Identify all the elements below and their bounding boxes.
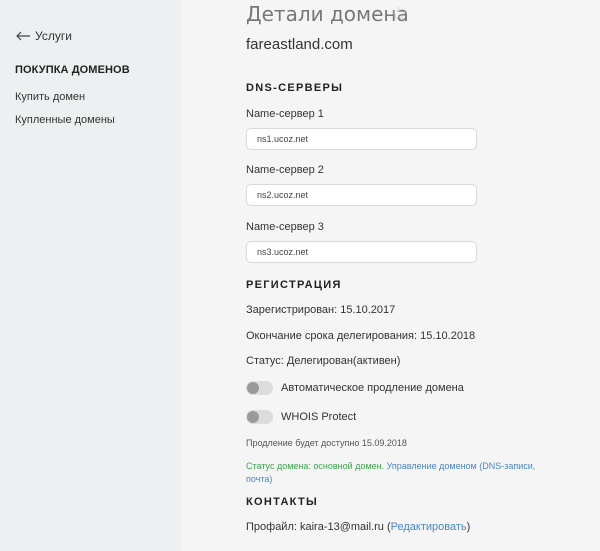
- ns3-input[interactable]: ns3.ucoz.net: [246, 241, 477, 263]
- edit-profile-link[interactable]: Редактировать: [391, 521, 467, 533]
- sidebar-section-heading: ПОКУПКА ДОМЕНОВ: [15, 64, 130, 76]
- dns-section-title: DNS-СЕРВЕРЫ: [246, 82, 344, 94]
- star-outline-icon[interactable]: ☆: [390, 3, 407, 26]
- sidebar-item-buy-domain[interactable]: Купить домен: [15, 91, 85, 103]
- delegation-expiry: Окончание срока делегирования: 15.10.201…: [246, 330, 476, 342]
- ns1-label: Name-сервер 1: [246, 108, 324, 120]
- ns1-input[interactable]: ns1.ucoz.net: [246, 128, 477, 150]
- registration-section-title: РЕГИСТРАЦИЯ: [246, 279, 342, 291]
- page-title: Детали домена: [246, 2, 409, 26]
- profile-text: Профайл: kaira-13@mail.ru (: [246, 521, 391, 533]
- sidebar-item-purchased-domains[interactable]: Купленные домены: [15, 114, 115, 126]
- profile-close-paren: ): [466, 521, 471, 533]
- registered-date: Зарегистрирован: 15.10.2017: [246, 304, 396, 316]
- domain-name: fareastland.com: [246, 36, 353, 53]
- ns2-input[interactable]: ns2.ucoz.net: [246, 184, 477, 206]
- back-link-label: Услуги: [35, 29, 72, 43]
- delegation-status: Статус: Делегирован(активен): [246, 355, 401, 367]
- ns3-label: Name-сервер 3: [246, 221, 324, 233]
- sidebar: Услуги ПОКУПКА ДОМЕНОВ Купить домен Купл…: [0, 0, 181, 551]
- auto-renew-label: Автоматическое продление домена: [281, 382, 464, 394]
- arrow-left-icon: [16, 31, 30, 41]
- profile-line: Профайл: kaira-13@mail.ru (Редактировать…: [246, 521, 470, 533]
- toggle-knob: [247, 382, 259, 394]
- toggle-knob: [247, 411, 259, 423]
- whois-protect-label: WHOIS Protect: [281, 411, 357, 423]
- main-content: Детали домена ☆ fareastland.com DNS-СЕРВ…: [181, 0, 600, 551]
- whois-protect-toggle[interactable]: [246, 410, 273, 424]
- domain-status-line: Статус домена: основной домен. Управлени…: [246, 460, 546, 486]
- back-to-services-link[interactable]: Услуги: [15, 29, 72, 43]
- ns2-label: Name-сервер 2: [246, 164, 324, 176]
- contacts-section-title: КОНТАКТЫ: [246, 496, 319, 508]
- domain-status-text: Статус домена: основной домен.: [246, 461, 385, 471]
- auto-renew-toggle[interactable]: [246, 381, 273, 395]
- renewal-note: Продление будет доступно 15.09.2018: [246, 438, 407, 448]
